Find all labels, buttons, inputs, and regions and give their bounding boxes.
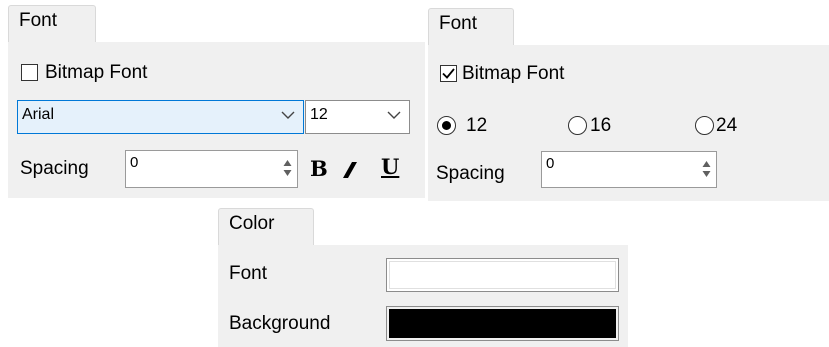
- bitmap-font-label: Bitmap Font: [45, 62, 148, 83]
- tab-color[interactable]: Color: [218, 208, 314, 246]
- spacing-input[interactable]: 0: [541, 151, 717, 188]
- font-size-select[interactable]: 12: [305, 100, 410, 134]
- size-radio-24[interactable]: [695, 116, 714, 135]
- tab-color-label: Color: [229, 213, 275, 234]
- spacing-value: 0: [546, 155, 555, 172]
- spacing-value: 0: [130, 154, 139, 171]
- size-radio-12-label: 12: [466, 115, 488, 136]
- checkmark-icon: [442, 68, 455, 79]
- tab-font-label: Font: [439, 13, 478, 34]
- spacing-label: Spacing: [20, 158, 89, 179]
- size-radio-24-label: 24: [716, 115, 738, 136]
- tab-font[interactable]: Font: [428, 8, 514, 46]
- font-color-fill: [389, 261, 616, 289]
- bold-button[interactable]: B: [310, 158, 328, 180]
- chevron-down-icon: [387, 111, 401, 119]
- underline-button[interactable]: U: [381, 156, 399, 178]
- font-panel-left: Font Bitmap Font Arial 12 Spacing 0 B I …: [0, 0, 425, 200]
- tab-font-label: Font: [19, 10, 58, 31]
- font-name-value: Arial: [22, 106, 55, 123]
- spin-arrows-icon[interactable]: [283, 158, 292, 178]
- spacing-input[interactable]: 0: [125, 150, 298, 188]
- color-panel: Color Font Background: [218, 205, 628, 347]
- bitmap-font-checkbox[interactable]: [21, 64, 38, 81]
- font-size-value: 12: [310, 106, 328, 123]
- background-color-label: Background: [229, 313, 331, 334]
- background-color-swatch[interactable]: [386, 306, 619, 341]
- tab-font[interactable]: Font: [8, 5, 96, 43]
- font-name-select[interactable]: Arial: [17, 100, 304, 134]
- font-color-label: Font: [229, 263, 268, 284]
- bitmap-font-checkbox[interactable]: [440, 65, 457, 82]
- spacing-label: Spacing: [436, 163, 505, 184]
- bitmap-font-label: Bitmap Font: [462, 63, 565, 84]
- size-radio-12[interactable]: [437, 116, 456, 135]
- size-radio-16-label: 16: [590, 115, 612, 136]
- chevron-down-icon: [281, 111, 295, 119]
- font-color-swatch[interactable]: [386, 258, 619, 292]
- font-panel-right: Font Bitmap Font 12 16 24 Spacing 0: [420, 0, 829, 201]
- size-radio-16[interactable]: [568, 116, 587, 135]
- italic-button[interactable]: I: [338, 157, 362, 181]
- spin-arrows-icon[interactable]: [702, 159, 711, 179]
- background-color-fill: [389, 309, 616, 338]
- italic-icon: [343, 162, 357, 178]
